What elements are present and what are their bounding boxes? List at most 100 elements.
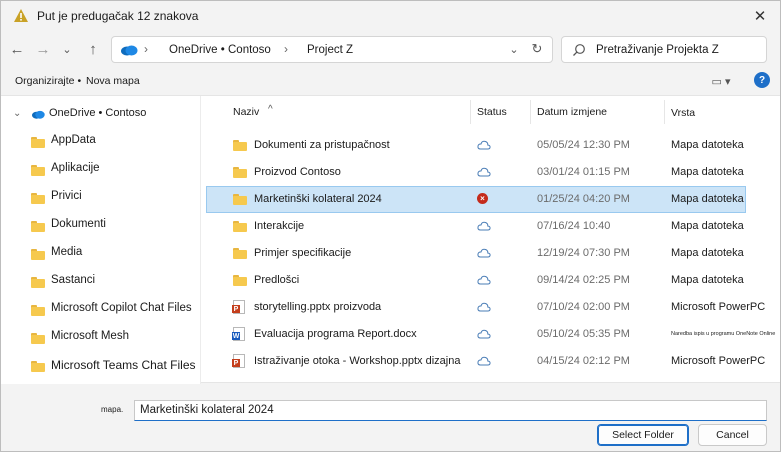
new-folder-button[interactable]: Nova mapa	[86, 75, 140, 87]
file-type: Microsoft PowerPC	[671, 301, 766, 313]
file-type: Mapa datoteka	[671, 220, 744, 232]
file-name: Istraživanje otoka - Workshop.pptx dizaj…	[254, 355, 461, 367]
file-name: Predlošci	[254, 274, 300, 286]
column-header-name[interactable]: Naziv	[233, 106, 259, 118]
file-type: Mapa datoteka	[671, 193, 744, 205]
file-name: Interakcije	[254, 220, 305, 232]
breadcrumb-onedrive[interactable]: OneDrive • Contoso	[169, 44, 271, 56]
view-options-icon[interactable]: ▭ ▾	[707, 72, 735, 90]
onedrive-cloud-icon	[32, 110, 45, 119]
column-divider[interactable]	[530, 100, 531, 124]
folder-icon	[233, 140, 247, 151]
close-icon[interactable]: ✕	[745, 3, 775, 29]
refresh-icon[interactable]: ↻	[528, 40, 546, 58]
cloud-status-icon	[477, 140, 491, 150]
modified-date: 01/25/24 04:20 PM	[537, 193, 630, 205]
organize-button[interactable]: Organizirajte •	[15, 75, 81, 87]
folder-icon	[233, 248, 247, 259]
search-placeholder: Pretraživanje Projekta Z	[596, 44, 719, 56]
folder-icon	[31, 249, 45, 260]
modified-date: 03/01/24 01:15 PM	[537, 166, 630, 178]
error-status-icon: ×	[477, 193, 488, 204]
column-header-status[interactable]: Status	[477, 106, 507, 118]
folder-icon	[31, 221, 45, 232]
column-header-row: Naziv ^ Status Datum izmjene Vrsta	[202, 96, 780, 126]
file-name: Proizvod Contoso	[254, 166, 341, 178]
file-type: Mapa datoteka	[671, 166, 744, 178]
cloud-status-icon	[477, 329, 491, 339]
folder-name-field[interactable]: Marketinški kolateral 2024	[134, 400, 767, 421]
file-row[interactable]: P storytelling.pptx proizvoda 07/10/24 0…	[202, 293, 780, 320]
file-name: Primjer specifikacije	[254, 247, 352, 259]
back-arrow-icon[interactable]: ←	[5, 37, 29, 61]
folder-icon	[31, 333, 45, 344]
sidebar-item-label: Sastanci	[51, 274, 96, 286]
file-row[interactable]: Predlošci 09/14/24 02:25 PM Mapa datotek…	[202, 266, 780, 293]
sidebar-item-copilot-chat-files[interactable]: Microsoft Copilot Chat Files	[1, 297, 201, 323]
sidebar-item-onedrive[interactable]: ⌄ OneDrive • Contoso	[1, 102, 201, 128]
warning-icon	[14, 9, 28, 22]
cloud-status-icon	[477, 275, 491, 285]
file-dialog: Put je predugačak 12 znakova ✕ ← → ⌄ ↑ ›…	[0, 0, 781, 452]
column-divider[interactable]	[470, 100, 471, 124]
file-row[interactable]: W Evaluacija programa Report.docx 05/10/…	[202, 320, 780, 347]
column-divider[interactable]	[664, 100, 665, 124]
select-folder-button[interactable]: Select Folder	[597, 424, 689, 446]
recent-locations-chevron-icon[interactable]: ⌄	[55, 37, 79, 61]
column-header-date[interactable]: Datum izmjene	[537, 106, 607, 118]
folder-icon	[31, 361, 45, 372]
sidebar-item-privici[interactable]: Privici	[1, 185, 201, 211]
file-row[interactable]: Proizvod Contoso 03/01/24 01:15 PM Mapa …	[202, 158, 780, 185]
onedrive-cloud-icon	[121, 45, 138, 56]
file-name: Dokumenti za pristupačnost	[254, 139, 390, 151]
sidebar-item-label: Privici	[51, 190, 82, 202]
dialog-footer: mapa. Marketinški kolateral 2024 Select …	[1, 384, 780, 452]
word-file-icon: W	[232, 327, 245, 341]
cloud-status-icon	[477, 221, 491, 231]
sidebar-item-label: Microsoft Mesh	[51, 330, 129, 342]
up-arrow-icon[interactable]: ↑	[81, 37, 105, 61]
folder-icon	[233, 167, 247, 178]
breadcrumb-project[interactable]: Project Z	[307, 44, 353, 56]
file-row-selected[interactable]: Marketinški kolateral 2024 × 01/25/24 04…	[202, 185, 780, 213]
sidebar-item-label: AppData	[51, 134, 96, 146]
cloud-status-icon	[477, 248, 491, 258]
address-bar[interactable]: › OneDrive • Contoso › Project Z ⌄ ↻	[111, 36, 553, 63]
modified-date: 04/15/24 02:12 PM	[537, 355, 630, 367]
sidebar-item-media[interactable]: Media	[1, 241, 201, 267]
forward-arrow-icon[interactable]: →	[31, 37, 55, 61]
help-icon[interactable]: ?	[754, 72, 770, 88]
file-row[interactable]: Interakcije 07/16/24 10:40 Mapa datoteka	[202, 212, 780, 239]
file-row[interactable]: P Istraživanje otoka - Workshop.pptx diz…	[202, 347, 780, 374]
column-header-type[interactable]: Vrsta	[671, 107, 695, 119]
file-name: Marketinški kolateral 2024	[254, 193, 382, 205]
file-type: Naredba ispis u programu OneNote Online	[671, 331, 776, 337]
main-area: ⌄ OneDrive • Contoso AppData Aplikacije …	[1, 95, 780, 384]
modified-date: 12/19/24 07:30 PM	[537, 247, 630, 259]
modified-date: 07/16/24 10:40	[537, 220, 611, 232]
sidebar-item-teams-chat-files[interactable]: Microsoft Teams Chat Files	[1, 353, 201, 379]
file-type: Mapa datoteka	[671, 247, 744, 259]
search-input[interactable]: Pretraživanje Projekta Z	[561, 36, 767, 63]
chevron-right-icon: ›	[144, 42, 148, 56]
sidebar-item-appdata[interactable]: AppData	[1, 129, 201, 155]
powerpoint-file-icon: P	[232, 354, 245, 368]
modified-date: 05/05/24 12:30 PM	[537, 139, 630, 151]
sidebar-item-dokumenti[interactable]: Dokumenti	[1, 213, 201, 239]
sort-ascending-icon: ^	[268, 104, 273, 115]
sidebar-item-label: Dokumenti	[51, 218, 106, 230]
folder-icon	[31, 277, 45, 288]
modified-date: 05/10/24 05:35 PM	[537, 328, 630, 340]
folder-icon	[233, 221, 247, 232]
file-row[interactable]: Primjer specifikacije 12/19/24 07:30 PM …	[202, 239, 780, 266]
sidebar-item-mesh[interactable]: Microsoft Mesh	[1, 325, 201, 351]
folder-icon	[31, 137, 45, 148]
chevron-down-icon[interactable]: ⌄	[505, 40, 523, 58]
cancel-button[interactable]: Cancel	[698, 424, 767, 446]
sidebar-item-sastanci[interactable]: Sastanci	[1, 269, 201, 295]
file-row[interactable]: Dokumenti za pristupačnost 05/05/24 12:3…	[202, 131, 780, 158]
chevron-down-icon[interactable]: ⌄	[13, 108, 21, 119]
folder-icon	[31, 193, 45, 204]
navigation-pane: ⌄ OneDrive • Contoso AppData Aplikacije …	[1, 96, 201, 384]
sidebar-item-aplikacije[interactable]: Aplikacije	[1, 157, 201, 183]
